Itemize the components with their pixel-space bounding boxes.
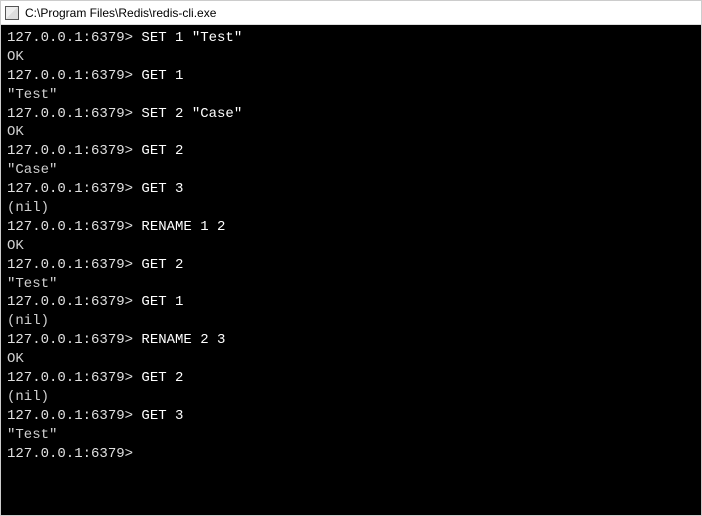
terminal-output-text: OK	[7, 351, 24, 367]
terminal-area[interactable]: 127.0.0.1:6379> SET 1 "Test"OK127.0.0.1:…	[1, 25, 701, 515]
terminal-output-line: OK	[7, 237, 695, 256]
terminal-command-line: 127.0.0.1:6379> GET 1	[7, 67, 695, 86]
terminal-output-text: "Case"	[7, 162, 57, 178]
terminal-command-text: GET 2	[141, 143, 183, 159]
terminal-command-line: 127.0.0.1:6379> RENAME 1 2	[7, 218, 695, 237]
terminal-output-text: (nil)	[7, 313, 49, 329]
terminal-command-line: 127.0.0.1:6379> SET 2 "Case"	[7, 105, 695, 124]
terminal-output-line: OK	[7, 48, 695, 67]
terminal-output-text: (nil)	[7, 389, 49, 405]
terminal-command-text: GET 3	[141, 181, 183, 197]
terminal-output-text: "Test"	[7, 87, 57, 103]
terminal-output-line: "Case"	[7, 161, 695, 180]
terminal-output-line: OK	[7, 350, 695, 369]
terminal-prompt: 127.0.0.1:6379>	[7, 446, 141, 462]
terminal-command-text: GET 1	[141, 68, 183, 84]
terminal-prompt: 127.0.0.1:6379>	[7, 30, 141, 46]
terminal-command-text: GET 2	[141, 370, 183, 386]
terminal-output-line: (nil)	[7, 199, 695, 218]
terminal-command-line: 127.0.0.1:6379> GET 3	[7, 407, 695, 426]
terminal-output-text: (nil)	[7, 200, 49, 216]
app-window: C:\Program Files\Redis\redis-cli.exe 127…	[0, 0, 702, 516]
terminal-output-line: (nil)	[7, 388, 695, 407]
terminal-output-text: OK	[7, 238, 24, 254]
terminal-command-text: SET 2 "Case"	[141, 106, 242, 122]
terminal-prompt: 127.0.0.1:6379>	[7, 332, 141, 348]
terminal-command-line: 127.0.0.1:6379> SET 1 "Test"	[7, 29, 695, 48]
terminal-command-line: 127.0.0.1:6379> GET 1	[7, 293, 695, 312]
terminal-command-text: RENAME 1 2	[141, 219, 225, 235]
terminal-command-line: 127.0.0.1:6379> RENAME 2 3	[7, 331, 695, 350]
terminal-output-line: (nil)	[7, 312, 695, 331]
terminal-output-text: "Test"	[7, 427, 57, 443]
terminal-command-text: GET 3	[141, 408, 183, 424]
terminal-prompt: 127.0.0.1:6379>	[7, 257, 141, 273]
terminal-command-line: 127.0.0.1:6379>	[7, 445, 695, 464]
terminal-prompt: 127.0.0.1:6379>	[7, 294, 141, 310]
app-icon	[5, 6, 19, 20]
terminal-command-text: SET 1 "Test"	[141, 30, 242, 46]
terminal-output-line: OK	[7, 123, 695, 142]
terminal-prompt: 127.0.0.1:6379>	[7, 106, 141, 122]
window-title: C:\Program Files\Redis\redis-cli.exe	[25, 6, 216, 20]
terminal-prompt: 127.0.0.1:6379>	[7, 181, 141, 197]
terminal-command-text: GET 2	[141, 257, 183, 273]
terminal-prompt: 127.0.0.1:6379>	[7, 219, 141, 235]
terminal-command-line: 127.0.0.1:6379> GET 3	[7, 180, 695, 199]
terminal-command-line: 127.0.0.1:6379> GET 2	[7, 369, 695, 388]
terminal-command-line: 127.0.0.1:6379> GET 2	[7, 256, 695, 275]
terminal-prompt: 127.0.0.1:6379>	[7, 370, 141, 386]
terminal-output-text: OK	[7, 49, 24, 65]
terminal-command-text: RENAME 2 3	[141, 332, 225, 348]
terminal-output-line: "Test"	[7, 426, 695, 445]
terminal-output-line: "Test"	[7, 275, 695, 294]
terminal-prompt: 127.0.0.1:6379>	[7, 143, 141, 159]
terminal-output-text: OK	[7, 124, 24, 140]
terminal-command-line: 127.0.0.1:6379> GET 2	[7, 142, 695, 161]
terminal-output-text: "Test"	[7, 276, 57, 292]
terminal-prompt: 127.0.0.1:6379>	[7, 408, 141, 424]
terminal-output-line: "Test"	[7, 86, 695, 105]
terminal-prompt: 127.0.0.1:6379>	[7, 68, 141, 84]
terminal-command-text: GET 1	[141, 294, 183, 310]
titlebar[interactable]: C:\Program Files\Redis\redis-cli.exe	[1, 1, 701, 25]
